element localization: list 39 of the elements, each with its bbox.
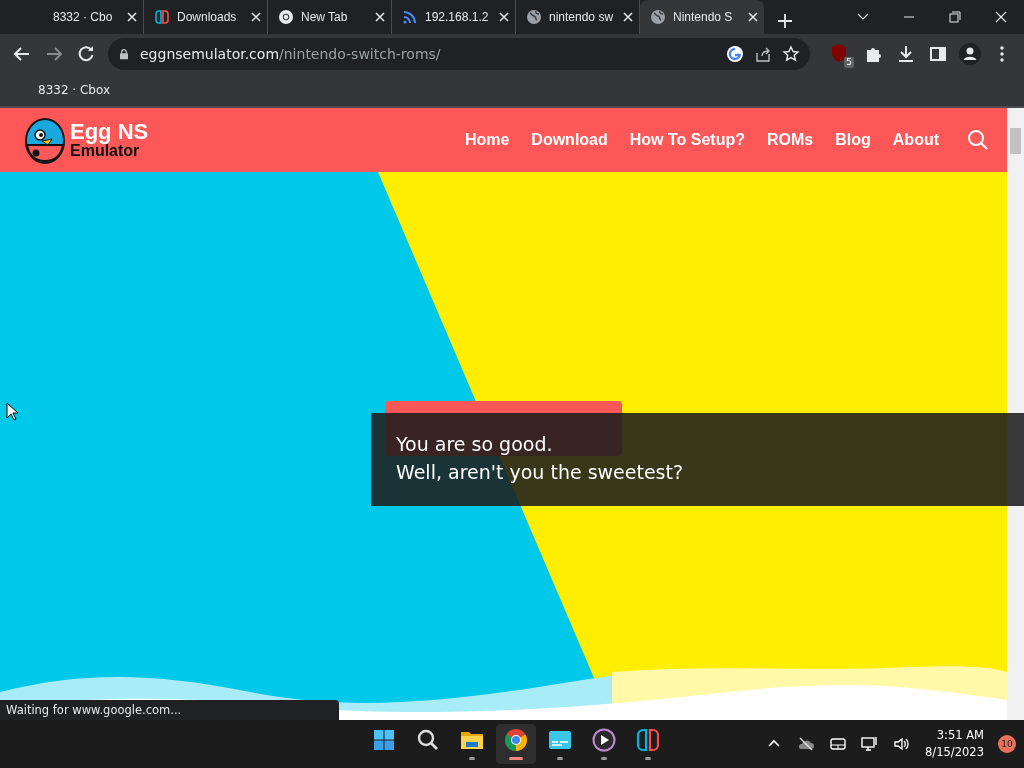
new-tab-icon[interactable] <box>778 14 792 28</box>
chrome-icon[interactable] <box>505 729 527 751</box>
clock-date[interactable]: 8/15/2023 <box>925 744 984 761</box>
switch-icon <box>154 9 170 25</box>
cloud-off-icon[interactable] <box>797 735 816 753</box>
logo-text[interactable]: Emulator <box>70 143 149 159</box>
switch-icon[interactable] <box>636 728 660 752</box>
folder-icon[interactable] <box>461 732 483 749</box>
google-icon[interactable] <box>726 45 744 63</box>
close-icon[interactable] <box>499 12 509 22</box>
network-icon[interactable] <box>861 735 880 753</box>
clock-time[interactable]: 3:51 AM <box>936 727 984 744</box>
egg-mascot-icon <box>24 115 66 165</box>
play-icon[interactable] <box>592 728 616 752</box>
caption-text: You are so good. <box>396 433 554 455</box>
close-icon[interactable] <box>623 12 633 22</box>
globe-icon <box>650 9 666 25</box>
bookmark-link[interactable]: 8332 · Cbox <box>38 83 111 97</box>
browser-tab[interactable]: Nintendo S <box>640 0 764 34</box>
globe-icon <box>526 9 542 25</box>
notification-badge[interactable]: 10 <box>998 735 1016 753</box>
signal-icon <box>402 9 418 25</box>
tablet-icon[interactable] <box>829 735 848 753</box>
volume-icon[interactable] <box>893 735 912 753</box>
profile-icon[interactable] <box>956 40 984 68</box>
caption-text: Well, aren't you the sweetest? <box>396 461 685 483</box>
address-field[interactable]: eggnsemulator.com/nintendo-switch-roms/ <box>108 38 810 70</box>
close-icon[interactable] <box>375 12 385 22</box>
status-bubble: Waiting for www.google.com... <box>0 700 339 720</box>
windows-start-icon[interactable] <box>374 730 394 750</box>
close-icon[interactable] <box>251 12 261 22</box>
close-icon[interactable] <box>127 12 137 22</box>
close-icon[interactable] <box>748 12 758 22</box>
share-icon[interactable] <box>754 45 772 63</box>
mouse-cursor-icon <box>6 402 19 421</box>
search-icon[interactable] <box>417 729 438 750</box>
extension-button[interactable]: 5 <box>826 40 854 68</box>
star-icon[interactable] <box>782 45 800 63</box>
chrome-icon <box>278 9 294 25</box>
